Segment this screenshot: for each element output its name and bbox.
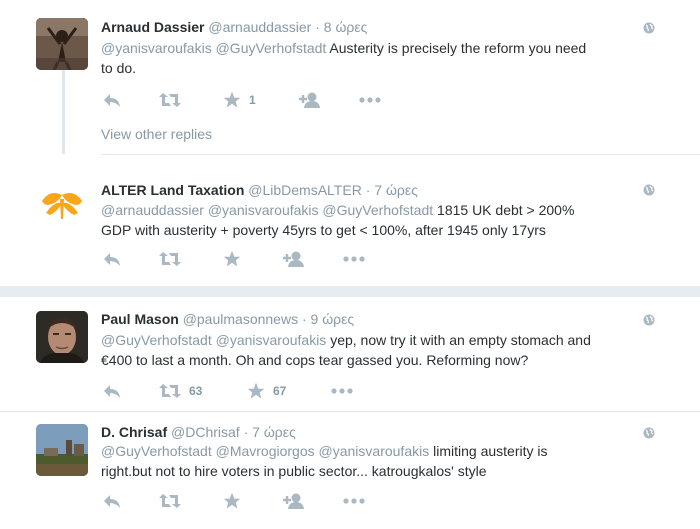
user-name[interactable]: D. Chrisaf <box>101 424 167 440</box>
retweet-button[interactable] <box>159 90 181 110</box>
follow-button[interactable] <box>283 249 305 269</box>
retweet-button[interactable]: 63 <box>159 381 202 401</box>
like-button[interactable]: 67 <box>247 381 286 401</box>
text-line-2: to do. <box>101 60 137 76</box>
avatar[interactable] <box>36 311 88 363</box>
like-count: 67 <box>273 384 287 398</box>
more-icon <box>359 97 381 103</box>
avatar[interactable] <box>36 18 88 70</box>
separator: · <box>301 311 307 327</box>
timestamp[interactable]: 8 ώρες <box>324 19 368 35</box>
like-button[interactable] <box>223 249 241 269</box>
like-button[interactable]: 1 <box>223 90 256 110</box>
replies-card: Paul Mason @paulmasonnews · 9 ώρες @GuyV… <box>0 297 700 529</box>
timestamp[interactable]: 7 ώρες <box>374 182 418 198</box>
reply-button[interactable] <box>103 491 121 511</box>
follow-icon <box>283 493 304 509</box>
star-icon <box>223 492 241 509</box>
user-handle[interactable]: @arnauddassier <box>208 19 311 35</box>
tweet-text: @arnauddassier @yanisvaroufakis @GuyVerh… <box>101 200 661 240</box>
separator: · <box>243 424 249 440</box>
avatar[interactable] <box>36 175 88 227</box>
tweet-header: D. Chrisaf @DChrisaf · 7 ώρες <box>101 424 296 440</box>
reply-icon <box>104 385 120 398</box>
follow-button[interactable] <box>299 90 321 110</box>
retweet-icon <box>159 252 181 266</box>
tweet-actions <box>101 491 401 511</box>
text-line-1: limiting austerity is <box>429 443 548 459</box>
more-button[interactable] <box>343 491 365 511</box>
reply-icon <box>104 253 120 266</box>
mentions[interactable]: @GuyVerhofstadt @yanisvaroufakis <box>101 332 326 348</box>
user-handle[interactable]: @DChrisaf <box>171 424 240 440</box>
reply-icon <box>104 94 120 107</box>
globe-icon <box>643 314 655 326</box>
tweet-header: Arnaud Dassier @arnauddassier · 8 ώρες <box>101 19 367 35</box>
like-button[interactable] <box>223 491 241 511</box>
more-icon <box>343 498 365 504</box>
more-button[interactable] <box>331 381 353 401</box>
retweet-icon <box>159 494 181 508</box>
text-line-1: 1815 UK debt > 200% <box>433 202 575 218</box>
retweet-icon <box>159 384 181 398</box>
reply-button[interactable] <box>103 90 121 110</box>
star-icon <box>223 250 241 267</box>
tweet[interactable]: Paul Mason @paulmasonnews · 9 ώρες @GuyV… <box>0 297 700 411</box>
more-button[interactable] <box>359 90 381 110</box>
reply-icon <box>104 495 120 508</box>
follow-button[interactable] <box>283 491 305 511</box>
user-name[interactable]: Arnaud Dassier <box>101 19 204 35</box>
tweet-header: ALTER Land Taxation @LibDemsALTER · 7 ώρ… <box>101 182 418 198</box>
timestamp[interactable]: 9 ώρες <box>311 311 355 327</box>
like-count: 1 <box>249 93 256 107</box>
text-line-1: Austerity is precisely the reform you ne… <box>326 40 587 56</box>
tweet-text: @GuyVerhofstadt @yanisvaroufakis yep, no… <box>101 330 661 370</box>
more-icon <box>343 256 365 262</box>
follow-icon <box>299 92 320 108</box>
tweet[interactable]: D. Chrisaf @DChrisaf · 7 ώρες @GuyVerhof… <box>0 412 700 529</box>
view-other-replies-link[interactable]: View other replies <box>101 126 212 142</box>
mentions[interactable]: @GuyVerhofstadt @Mavrogiorgos @yanisvaro… <box>101 443 429 459</box>
retweet-button[interactable] <box>159 249 181 269</box>
tweet-actions: 63 67 <box>101 381 401 401</box>
follow-icon <box>283 251 304 267</box>
text-line-1: yep, now try it with an empty stomach an… <box>326 332 591 348</box>
timestamp[interactable]: 7 ώρες <box>252 424 296 440</box>
user-name[interactable]: ALTER Land Taxation <box>101 182 244 198</box>
separator: · <box>315 19 320 35</box>
mentions[interactable]: @yanisvaroufakis @GuyVerhofstadt <box>101 40 326 56</box>
more-button[interactable] <box>343 249 365 269</box>
globe-icon <box>643 22 655 34</box>
separator: · <box>365 182 371 198</box>
user-handle[interactable]: @paulmasonnews <box>183 311 298 327</box>
retweet-button[interactable] <box>159 491 181 511</box>
more-icon <box>331 388 353 394</box>
star-icon <box>223 91 241 108</box>
globe-icon <box>643 184 655 196</box>
tweet-header: Paul Mason @paulmasonnews · 9 ώρες <box>101 311 354 327</box>
text-line-2: €400 to last a month. Oh and cops tear g… <box>101 352 529 368</box>
reply-button[interactable] <box>103 381 121 401</box>
tweet-text: @GuyVerhofstadt @Mavrogiorgos @yanisvaro… <box>101 441 661 481</box>
tweet-text: @yanisvaroufakis @GuyVerhofstadt Austeri… <box>101 38 661 78</box>
text-line-2: GDP with austerity + poverty 45yrs to ge… <box>101 222 546 238</box>
avatar[interactable] <box>36 424 88 476</box>
retweet-icon <box>159 93 181 107</box>
tweet-actions <box>101 249 401 269</box>
conversation-card: Arnaud Dassier @arnauddassier · 8 ώρες @… <box>0 0 700 286</box>
star-icon <box>247 382 265 399</box>
reply-button[interactable] <box>103 249 121 269</box>
text-line-2: right.but not to hire voters in public s… <box>101 463 487 479</box>
user-handle[interactable]: @LibDemsALTER <box>248 182 362 198</box>
tweet-actions: 1 <box>101 90 401 110</box>
tweet[interactable]: Arnaud Dassier @arnauddassier · 8 ώρες @… <box>0 0 700 150</box>
globe-icon <box>643 427 655 439</box>
tweet[interactable]: ALTER Land Taxation @LibDemsALTER · 7 ώρ… <box>0 155 700 285</box>
user-name[interactable]: Paul Mason <box>101 311 179 327</box>
mentions[interactable]: @arnauddassier @yanisvaroufakis @GuyVerh… <box>101 202 433 218</box>
retweet-count: 63 <box>189 384 203 398</box>
